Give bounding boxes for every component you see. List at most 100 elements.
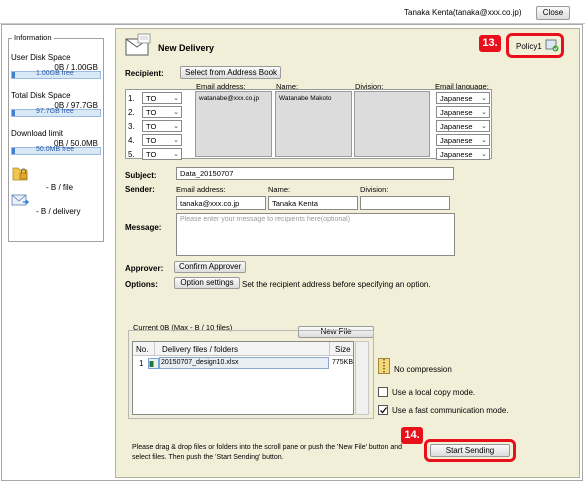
sender-email-field[interactable]: tanaka@xxx.co.jp <box>176 196 266 210</box>
per-delivery-limit: - B / delivery <box>36 207 81 216</box>
recipient-type-value: TO <box>146 122 157 131</box>
recipient-type-value: TO <box>146 94 157 103</box>
sender-label: Sender: <box>125 185 155 194</box>
recipient-row-number: 3. <box>128 122 135 131</box>
sender-name-header: Name: <box>268 185 291 194</box>
file-header-name: Delivery files / folders <box>162 345 239 354</box>
policy-label: Policy1 <box>516 42 542 51</box>
compression-icon[interactable] <box>378 358 390 374</box>
callout-14-number: 14. <box>401 427 423 444</box>
option-settings-button[interactable]: Option settings <box>174 277 240 289</box>
chevron-down-icon: ⌄ <box>481 109 487 116</box>
options-hint: Set the recipient address before specify… <box>242 280 431 289</box>
file-size: 775KB <box>332 359 354 366</box>
table-row[interactable]: 1 20150707_design10.xlsx 775KB <box>133 357 353 370</box>
chevron-down-icon: ⌄ <box>481 151 487 158</box>
user-disk-label: User Disk Space <box>11 53 71 62</box>
user-identity: Tanaka Kenta(tanaka@xxx.co.jp) <box>404 8 522 17</box>
language-select[interactable]: Japanese ⌄ <box>436 148 490 160</box>
no-compression-label: No compression <box>394 365 452 374</box>
file-no: 1 <box>139 359 144 368</box>
user-disk-free: 1.00GB free <box>36 70 74 77</box>
recipient-type-value: TO <box>146 108 157 117</box>
subject-field[interactable]: Data_20150707 <box>176 167 454 180</box>
approver-label: Approver: <box>125 264 164 273</box>
recipient-type-value: TO <box>146 136 157 145</box>
sender-email-header: Email address: <box>176 185 226 194</box>
recipient-type-select[interactable]: TO ⌄ <box>142 134 182 146</box>
drag-drop-hint: Please drag & drop files or folders into… <box>132 444 402 461</box>
sender-name-field[interactable]: Tanaka Kenta <box>268 196 358 210</box>
message-textarea[interactable]: Please enter your message to recipients … <box>176 213 455 256</box>
recipient-row-number: 4. <box>128 136 135 145</box>
address-book-button[interactable]: Select from Address Book <box>180 66 281 79</box>
language-select[interactable]: Japanese ⌄ <box>436 106 490 118</box>
language-select[interactable]: Japanese ⌄ <box>436 134 490 146</box>
download-limit-bar-used <box>12 148 15 154</box>
options-label: Options: <box>125 280 158 289</box>
recipient-row-number: 1. <box>128 94 135 103</box>
file-lock-icon <box>11 164 29 182</box>
download-limit-free: 50.0MB free <box>36 146 75 153</box>
language-select[interactable]: Japanese ⌄ <box>436 92 490 104</box>
chevron-down-icon: ⌄ <box>173 109 179 116</box>
chevron-down-icon: ⌄ <box>173 151 179 158</box>
file-header-divider <box>154 342 155 356</box>
chevron-down-icon: ⌄ <box>481 137 487 144</box>
recipient-row-number: 2. <box>128 108 135 117</box>
local-copy-label: Use a local copy mode. <box>392 388 476 397</box>
sender-division-header: Division: <box>360 185 389 194</box>
file-header-no: No. <box>136 345 149 354</box>
local-copy-checkbox[interactable] <box>378 387 388 397</box>
sender-division-field[interactable] <box>360 196 450 210</box>
recipient-name-column[interactable]: Watanabe Makoto <box>275 91 352 157</box>
file-header-size: Size <box>335 345 351 354</box>
message-placeholder: Please enter your message to recipients … <box>180 216 351 223</box>
file-name: 20150707_design10.xlsx <box>161 359 239 366</box>
confirm-approver-button[interactable]: Confirm Approver <box>174 261 246 273</box>
recipient-type-select[interactable]: TO ⌄ <box>142 148 182 160</box>
chevron-down-icon: ⌄ <box>173 123 179 130</box>
close-button[interactable]: Close <box>536 6 570 20</box>
language-value: Japanese <box>440 94 473 103</box>
recipient-type-select[interactable]: TO ⌄ <box>142 92 182 104</box>
chevron-down-icon: ⌄ <box>173 137 179 144</box>
information-title: Information <box>12 33 54 42</box>
checkmark-icon <box>380 407 388 414</box>
fast-comm-checkbox[interactable] <box>378 405 388 415</box>
start-sending-button[interactable]: Start Sending <box>430 444 510 457</box>
total-disk-free: 97.7GB free <box>36 108 74 115</box>
recipient-division-column[interactable] <box>354 91 430 157</box>
recipient-label: Recipient: <box>125 69 164 78</box>
language-value: Japanese <box>440 122 473 131</box>
file-header-divider <box>329 342 330 356</box>
file-excel-icon <box>148 358 159 369</box>
policy-icon[interactable] <box>545 38 559 52</box>
recipient-row-number: 5. <box>128 150 135 159</box>
subject-label: Subject: <box>125 171 157 180</box>
mail-send-icon <box>11 192 30 208</box>
per-file-limit: - B / file <box>46 183 74 192</box>
new-delivery-icon <box>124 33 152 57</box>
recipient-type-select[interactable]: TO ⌄ <box>142 106 182 118</box>
total-disk-label: Total Disk Space <box>11 91 71 100</box>
download-limit-label: Download limit <box>11 129 64 138</box>
recipient-type-select[interactable]: TO ⌄ <box>142 120 182 132</box>
recipient-email: watanabe@xxx.co.jp <box>199 95 260 102</box>
recipient-email-column[interactable]: watanabe@xxx.co.jp <box>195 91 272 157</box>
recipient-name: Watanabe Makoto <box>279 95 332 102</box>
recipient-type-value: TO <box>146 150 157 159</box>
message-label: Message: <box>125 223 162 232</box>
language-select[interactable]: Japanese ⌄ <box>436 120 490 132</box>
delivery-title: New Delivery <box>158 43 215 53</box>
language-value: Japanese <box>440 150 473 159</box>
chevron-down-icon: ⌄ <box>481 123 487 130</box>
fast-comm-label: Use a fast communication mode. <box>392 406 509 415</box>
language-value: Japanese <box>440 136 473 145</box>
files-scrollbar[interactable] <box>355 341 369 415</box>
callout-13-number: 13. <box>479 35 501 52</box>
user-disk-bar-used-edge <box>12 72 15 78</box>
language-value: Japanese <box>440 108 473 117</box>
chevron-down-icon: ⌄ <box>481 95 487 102</box>
total-disk-bar-used <box>12 110 15 116</box>
